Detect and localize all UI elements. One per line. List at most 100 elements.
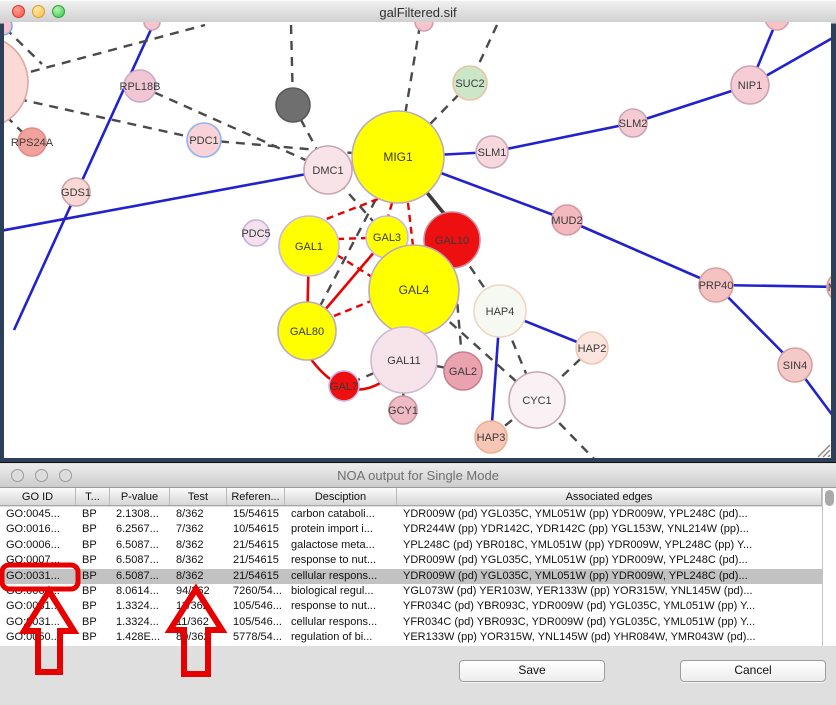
table-cell: 1.3324... bbox=[110, 599, 170, 614]
table-cell: response to nut... bbox=[285, 599, 397, 614]
table-cell: BP bbox=[76, 615, 110, 630]
node-label: GCY1 bbox=[388, 405, 418, 417]
table-cell: 8/362 bbox=[170, 507, 227, 522]
node-label: HAP3 bbox=[477, 432, 506, 444]
node-label: PDC1 bbox=[189, 135, 218, 147]
table-row[interactable]: GO:0031...BP6.5087...8/36221/54615cellul… bbox=[0, 569, 822, 584]
table-row[interactable]: GO:0050...BP1.428E...80/3625778/54...reg… bbox=[0, 630, 822, 645]
table-cell: 10/54615 bbox=[227, 522, 285, 537]
table-cell: 21/54615 bbox=[227, 569, 285, 584]
table-row[interactable]: GO:0006...BP6.5087...8/36221/54615galact… bbox=[0, 538, 822, 553]
table-cell: protein import i... bbox=[285, 522, 397, 537]
table-cell: 21/54615 bbox=[227, 553, 285, 568]
column-header[interactable]: P-value bbox=[110, 488, 170, 505]
table-cell: carbon cataboli... bbox=[285, 507, 397, 522]
table-cell: 8/362 bbox=[170, 569, 227, 584]
table-row[interactable]: GO:0016...BP6.2567...7/36210/54615protei… bbox=[0, 522, 822, 537]
table-cell: regulation of bi... bbox=[285, 630, 397, 645]
zoom-icon[interactable] bbox=[59, 469, 72, 482]
table-cell: 21/54615 bbox=[227, 538, 285, 553]
vertical-scrollbar[interactable] bbox=[822, 488, 836, 646]
table-cell: 7/362 bbox=[170, 522, 227, 537]
table-cell: GO:0031... bbox=[0, 569, 76, 584]
column-header[interactable]: Referen... bbox=[227, 488, 285, 505]
table-cell: galactose meta... bbox=[285, 538, 397, 553]
node-label: PRP40 bbox=[699, 280, 734, 292]
close-icon[interactable] bbox=[11, 469, 24, 482]
network-canvas[interactable]: RPL18BRPS24AGDS1PDC1MIG1SUC2SLM1DMC1NIP1… bbox=[0, 0, 836, 463]
table-cell: 6.5087... bbox=[110, 569, 170, 584]
table-cell: BP bbox=[76, 522, 110, 537]
noa-window-titlebar[interactable]: NOA output for Single Mode bbox=[0, 464, 836, 488]
node-unlabeled[interactable] bbox=[0, 17, 12, 35]
table-cell: GO:0045... bbox=[0, 507, 76, 522]
node-label: GAL2 bbox=[449, 366, 477, 378]
table-cell: BP bbox=[76, 507, 110, 522]
node-label: SIN4 bbox=[783, 360, 807, 372]
cancel-button[interactable]: Cancel bbox=[680, 660, 826, 682]
table-cell: BP bbox=[76, 599, 110, 614]
table-cell: response to nut... bbox=[285, 553, 397, 568]
table-cell: 11/362 bbox=[170, 615, 227, 630]
node-unlabeled[interactable] bbox=[765, 6, 789, 30]
table-cell: 11/362 bbox=[170, 599, 227, 614]
column-header[interactable]: GO ID bbox=[0, 488, 76, 505]
table-cell: 6.2567... bbox=[110, 522, 170, 537]
node-label: CYC1 bbox=[522, 395, 551, 407]
table-cell: BP bbox=[76, 584, 110, 599]
node-label: RPL18B bbox=[120, 81, 161, 93]
table-cell: YFR034C (pd) YBR093C, YDR009W (pd) YGL03… bbox=[397, 599, 822, 614]
table-header: GO IDT...P-valueTestReferen...Desciption… bbox=[0, 488, 822, 506]
noa-window-title: NOA output for Single Mode bbox=[337, 468, 499, 483]
scrollbar-thumb[interactable] bbox=[825, 490, 834, 506]
table-cell: BP bbox=[76, 569, 110, 584]
table-cell: 2.1308... bbox=[110, 507, 170, 522]
table-cell: 105/546... bbox=[227, 615, 285, 630]
table-row[interactable]: GO:0031...BP1.3324...11/362105/546...res… bbox=[0, 599, 822, 614]
table-cell: YFR034C (pd) YBR093C, YDR009W (pd) YGL03… bbox=[397, 615, 822, 630]
node-unlabeled[interactable] bbox=[276, 88, 310, 122]
column-header[interactable]: T... bbox=[76, 488, 110, 505]
table-row[interactable]: GO:0045...BP2.1308...8/36215/54615carbon… bbox=[0, 507, 822, 522]
table-cell: YDR009W (pd) YGL035C, YML051W (pp) YDR00… bbox=[397, 569, 822, 584]
node-label: HAP2 bbox=[578, 343, 607, 355]
node-unlabeled[interactable] bbox=[144, 14, 160, 30]
table-cell: GO:0016... bbox=[0, 522, 76, 537]
table-cell: cellular respons... bbox=[285, 615, 397, 630]
save-button[interactable]: Save bbox=[459, 660, 605, 682]
column-header[interactable]: Associated edges bbox=[397, 488, 822, 505]
table-cell: biological regul... bbox=[285, 584, 397, 599]
table-cell: GO:0065... bbox=[0, 584, 76, 599]
node-label: SLM2 bbox=[619, 118, 648, 130]
table-cell: GO:0007... bbox=[0, 553, 76, 568]
window-controls-inactive bbox=[11, 469, 72, 482]
node-unlabeled[interactable] bbox=[415, 13, 433, 31]
network-window: galFiltered.sif RPL18BRPS24AGDS1PDC1MIG1… bbox=[0, 0, 836, 463]
node-label: GAL80 bbox=[290, 326, 324, 338]
table-row[interactable]: GO:0031...BP1.3324...11/362105/546...cel… bbox=[0, 615, 822, 630]
table-cell: 8/362 bbox=[170, 553, 227, 568]
table-cell: GO:0031... bbox=[0, 615, 76, 630]
node-label: NIP1 bbox=[738, 80, 762, 92]
node-label: GDS1 bbox=[61, 187, 91, 199]
node-label: GAL10 bbox=[435, 235, 469, 247]
node-label: HAP4 bbox=[486, 306, 515, 318]
table-cell: cellular respons... bbox=[285, 569, 397, 584]
node-label: MUD2 bbox=[551, 215, 582, 227]
column-header[interactable]: Desciption bbox=[285, 488, 397, 505]
table-cell: GO:0031... bbox=[0, 599, 76, 614]
table-cell: GO:0050... bbox=[0, 630, 76, 645]
network-edge bbox=[337, 238, 367, 239]
table-cell: YDR009W (pd) YGL035C, YML051W (pp) YDR00… bbox=[397, 553, 822, 568]
column-header[interactable]: Test bbox=[170, 488, 227, 505]
node-label: RPS24A bbox=[11, 137, 54, 149]
table-cell: YGL073W (pd) YER103W, YER133W (pp) YOR31… bbox=[397, 584, 822, 599]
table-row[interactable]: GO:0007...BP6.5087...8/36221/54615respon… bbox=[0, 553, 822, 568]
minimize-icon[interactable] bbox=[35, 469, 48, 482]
node-label: SUC2 bbox=[455, 78, 484, 90]
table-row[interactable]: GO:0065...BP8.0614...94/3627260/54...bio… bbox=[0, 584, 822, 599]
table-cell: 1.428E... bbox=[110, 630, 170, 645]
node-label: GAL4 bbox=[399, 283, 430, 297]
results-table: GO:0045...BP2.1308...8/36215/54615carbon… bbox=[0, 507, 822, 646]
table-cell: 80/362 bbox=[170, 630, 227, 645]
